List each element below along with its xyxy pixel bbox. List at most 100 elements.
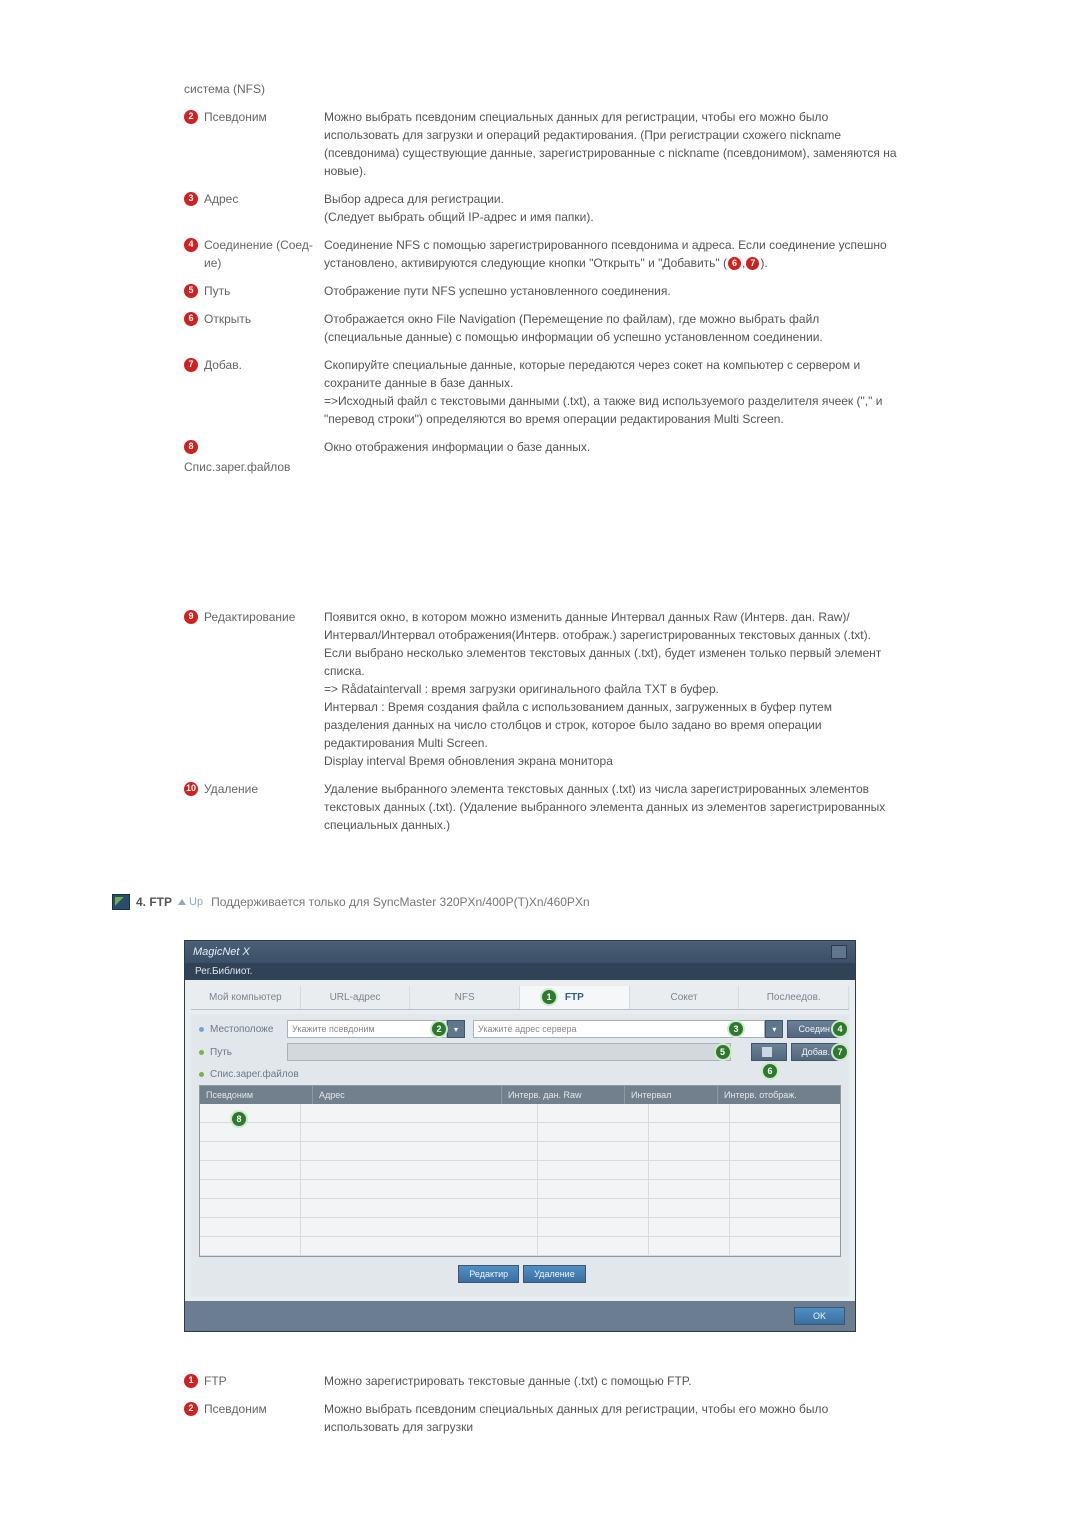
number-badge: 10 [184,782,198,796]
number-badge: 6 [184,312,198,326]
form-area: Местоположе Укажите псевдоним 2 ▾ Укажит… [191,1014,849,1297]
path-display: 5 [287,1043,731,1061]
address-input[interactable]: Укажите адрес сервера [473,1020,765,1038]
table-row[interactable] [200,1142,840,1161]
section-note: Поддерживается только для SyncMaster 320… [211,895,590,909]
open-button[interactable] [751,1043,787,1061]
number-badge: 9 [184,610,198,624]
callout-5: 5 [714,1043,732,1061]
label-filelist: Спис.зарег.файлов [199,1069,299,1080]
table-row[interactable] [200,1199,840,1218]
alias-dropdown[interactable]: ▾ [447,1020,465,1038]
definition-row: 7Добав.Скопируйте специальные данные, ко… [184,356,900,428]
table-row[interactable] [200,1104,840,1123]
app-body: Мой компьютер URL-адрес NFS 1 FTP Сокет … [185,980,855,1301]
row-location: Местоположе Укажите псевдоним 2 ▾ Укажит… [199,1020,841,1038]
definition-label: 1 FTP [184,1372,324,1390]
tabs: Мой компьютер URL-адрес NFS 1 FTP Сокет … [191,986,849,1010]
app-window: MagicNet X Рег.Библиот. Мой компьютер UR… [184,940,856,1332]
preline-row: система (NFS) [184,80,900,98]
th-display: Интерв. отображ. [718,1086,840,1104]
tab-seq[interactable]: Послеедов. [739,986,849,1009]
callout-1: 1 [540,988,558,1006]
definition-label: 2 Псевдоним [184,1400,324,1418]
tab-mycomputer[interactable]: Мой компьютер [191,986,301,1009]
inline-badge: 6 [728,257,741,270]
table-row[interactable] [200,1123,840,1142]
definition-label-text: Удаление [204,780,258,798]
section-heading: 4. FTP Up Поддерживается только для Sync… [112,894,900,910]
number-badge: 2 [184,1402,198,1416]
tab-url[interactable]: URL-адрес [301,986,411,1009]
number-badge: 3 [184,192,198,206]
definition-row: 8 Окно отображения информации о базе данн… [184,438,900,598]
row-filelist-label: Спис.зарег.файлов [199,1069,841,1080]
definition-desc: Окно отображения информации о базе данны… [324,438,900,456]
callout-4: 4 [831,1020,849,1038]
number-badge: 2 [184,110,198,124]
alias-input[interactable]: Укажите псевдоним 2 [287,1020,447,1038]
definition-label: 2 Псевдоним [184,108,324,126]
table-row[interactable] [200,1237,840,1256]
tab-ftp[interactable]: 1 FTP [520,986,630,1009]
definition-label-text: Псевдоним [204,108,267,126]
definition-label-text: Спис.зарег.файлов [184,458,290,476]
definition-label: 7Добав. [184,356,324,374]
callout-7: 7 [831,1043,849,1061]
callout-2: 2 [430,1020,448,1038]
number-badge: 4 [184,238,198,252]
definition-desc: Можно зарегистрировать текстовые данные … [324,1372,900,1390]
table-row[interactable] [200,1161,840,1180]
definition-row: 4Соединение (Соед-ие)Соединение NFS с по… [184,236,900,272]
edit-button[interactable]: Редактир [458,1265,519,1283]
th-interval: Интервал [625,1086,718,1104]
definition-row: 5ПутьОтображение пути NFS успешно устано… [184,282,900,300]
row-path: Путь 5 Добав. 7 [199,1043,841,1061]
definition-row: 10 Удаление Удаление выбранного элемента т… [184,780,900,834]
number-badge: 8 [184,440,198,454]
preline-label: система (NFS) [184,80,324,98]
connect-button[interactable]: Соедин 4 [787,1020,841,1038]
delete-button[interactable]: Удаление [523,1265,586,1283]
definition-label: 10 Удаление [184,780,324,798]
th-raw: Интерв. дан. Raw [502,1086,625,1104]
section-icon [112,894,130,910]
register-header: Рег.Библиот. [185,963,855,980]
definition-label: 5 Путь [184,282,324,300]
definition-row: 2 Псевдоним Можно выбрать псевдоним специа… [184,1400,900,1436]
definition-label: 9 Редактирование [184,608,324,626]
table-action-buttons: Редактир Удаление [199,1257,841,1287]
definition-desc: Удаление выбранного элемента текстовых д… [324,780,900,834]
definition-label-text: Открыть [204,310,251,328]
definition-desc: Выбор адреса для регистрации.(Следует вы… [324,190,900,226]
label-path: Путь [199,1047,287,1058]
tab-socket[interactable]: Сокет [630,986,740,1009]
callout-8: 8 [230,1110,248,1128]
definition-label-text: Адрес [204,190,238,208]
definition-label-text: Путь [204,282,230,300]
th-alias: Псевдоним [200,1086,313,1104]
address-dropdown[interactable]: ▾ [765,1020,783,1038]
table-row[interactable] [200,1218,840,1237]
file-table: Псевдоним Адрес Интерв. дан. Raw Интерва… [199,1085,841,1257]
number-badge: 7 [184,358,198,372]
callout-3: 3 [727,1020,745,1038]
table-row[interactable] [200,1180,840,1199]
up-link[interactable]: Up [178,896,203,908]
definition-row: 6ОткрытьОтображается окно File Navigatio… [184,310,900,346]
add-button[interactable]: Добав. 7 [791,1043,841,1061]
ok-button[interactable]: OK [794,1307,845,1325]
definition-label-text: Редактирование [204,608,295,626]
label-location: Местоположе [199,1024,287,1035]
tab-nfs[interactable]: NFS [410,986,520,1009]
top-definition-list: 2ПсевдонимМожно выбрать псевдоним специа… [184,108,900,834]
titlebar: MagicNet X [185,941,855,963]
definition-label-text: Псевдоним [204,1400,267,1418]
definition-desc: Можно выбрать псевдоним специальных данн… [324,1400,900,1436]
close-icon[interactable] [831,945,847,959]
number-badge: 5 [184,284,198,298]
definition-label-text: Соединение (Соед-ие) [204,236,324,272]
number-badge: 1 [184,1374,198,1388]
definition-label-text: FTP [204,1372,227,1390]
inline-badge: 7 [746,257,759,270]
